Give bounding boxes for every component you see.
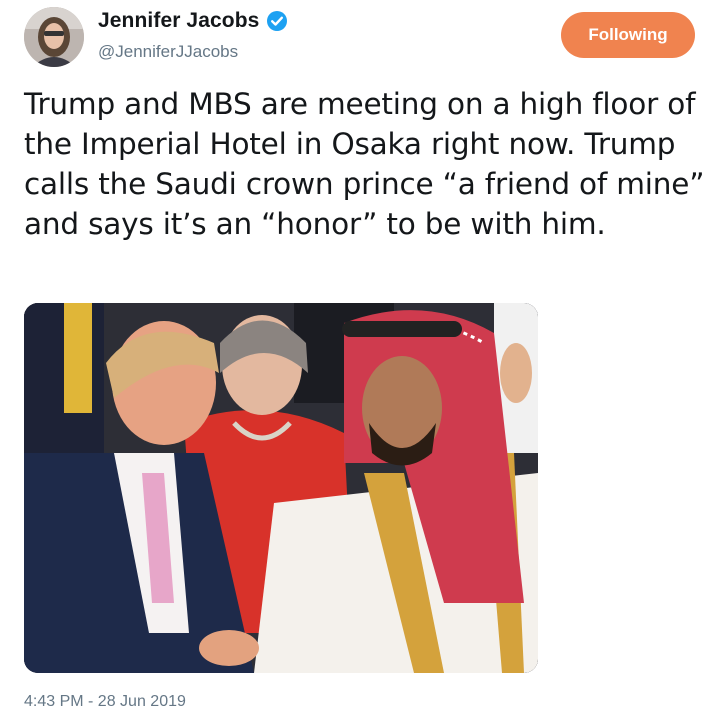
- tweet-card: Jennifer Jacobs @JenniferJJacobs Followi…: [0, 0, 720, 722]
- tweet-timestamp[interactable]: 4:43 PM - 28 Jun 2019: [24, 693, 186, 711]
- tweet-photo[interactable]: [24, 303, 538, 673]
- author-handle[interactable]: @JenniferJJacobs: [98, 42, 238, 62]
- handshake-photo-icon: [24, 303, 538, 673]
- profile-photo-icon: [24, 7, 84, 67]
- following-button[interactable]: Following: [561, 12, 695, 58]
- tweet-text: Trump and MBS are meeting on a high floo…: [24, 87, 705, 241]
- author-avatar[interactable]: [24, 7, 84, 67]
- verified-badge-icon: [266, 10, 288, 32]
- author-display-name[interactable]: Jennifer Jacobs: [98, 9, 259, 33]
- author-name-row: Jennifer Jacobs: [98, 9, 288, 33]
